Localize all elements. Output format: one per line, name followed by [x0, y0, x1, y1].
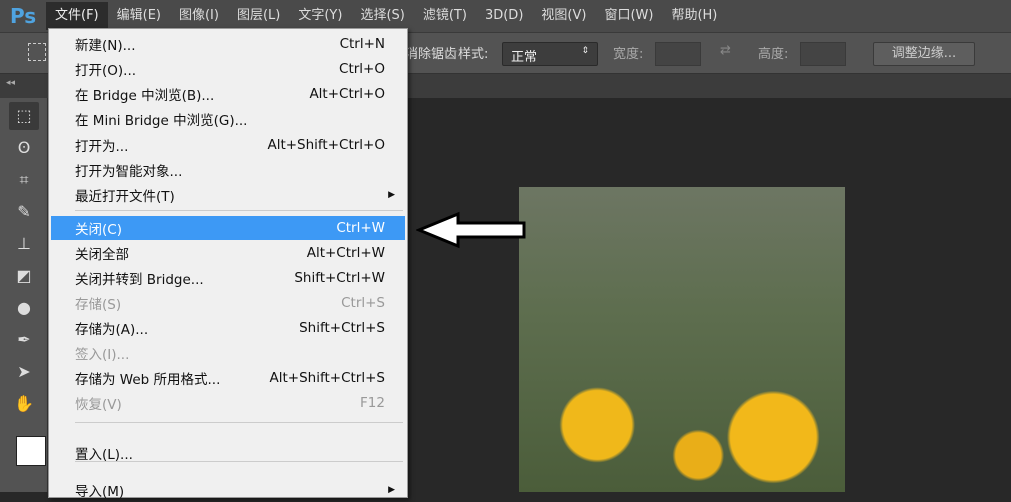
style-label: 样式:: [458, 47, 489, 62]
select-tool-icon[interactable]: ➤: [9, 358, 39, 386]
swap-icon[interactable]: ⇄: [720, 43, 731, 58]
file-menu-item[interactable]: 签入(I)...: [51, 341, 405, 365]
menu-item-shortcut: Ctrl+W: [336, 220, 385, 236]
menu-item-shortcut: Ctrl+N: [339, 36, 385, 52]
file-menu-item[interactable]: 存储为 Web 所用格式... Alt+Shift+Ctrl+S: [51, 366, 405, 390]
foreground-color-swatch[interactable]: [16, 436, 46, 466]
menu-image[interactable]: 图像(I): [170, 2, 228, 30]
arrow-annotation-icon: [416, 211, 526, 249]
stamp-tool-icon[interactable]: ⊥: [9, 230, 39, 258]
height-input[interactable]: [800, 42, 846, 66]
menu-item-shortcut: Alt+Ctrl+W: [306, 245, 385, 261]
file-menu-dropdown: 新建(N)... Ctrl+N 打开(O)... Ctrl+O 在 Bridge 中浏览…: [48, 28, 408, 500]
file-menu-item[interactable]: 关闭并转到 Bridge... Shift+Ctrl+W: [51, 266, 405, 290]
menu-item-shortcut: Ctrl+O: [339, 61, 385, 77]
antialias-label[interactable]: 消除锯齿: [405, 43, 457, 62]
width-input[interactable]: [655, 42, 701, 66]
lasso-tool-icon[interactable]: ʘ: [9, 134, 39, 162]
photoshop-logo: Ps: [10, 4, 37, 28]
menu-item-label: 存储为(A)...: [75, 322, 149, 338]
menu-item-shortcut: Alt+Shift+Ctrl+O: [267, 137, 385, 153]
menu-help[interactable]: 帮助(H): [662, 2, 726, 30]
file-menu-item[interactable]: 恢复(V) F12: [51, 391, 405, 415]
file-menu-item[interactable]: 关闭(C) Ctrl+W: [51, 216, 405, 240]
menu-3d[interactable]: 3D(D): [476, 2, 532, 30]
menu-item-label: 置入(L)...: [75, 447, 133, 463]
menu-select[interactable]: 选择(S): [351, 2, 413, 30]
rect-marquee-tool-icon[interactable]: ⬚: [9, 102, 39, 130]
file-menu-item[interactable]: 打开(O)... Ctrl+O: [51, 57, 405, 81]
menu-separator: [75, 422, 403, 423]
menu-item-label: 打开为智能对象...: [75, 164, 183, 180]
collapse-icon[interactable]: ◂◂: [0, 78, 15, 88]
menu-file[interactable]: 文件(F): [46, 2, 108, 30]
submenu-arrow-icon: ▶: [388, 190, 395, 200]
file-menu-item[interactable]: 最近打开文件(T) ▶: [51, 183, 405, 207]
menu-separator: [75, 210, 403, 211]
refine-edge-button[interactable]: 调整边缘...: [873, 42, 975, 66]
menu-view[interactable]: 视图(V): [532, 2, 595, 30]
menu-item-label: 在 Mini Bridge 中浏览(G)...: [75, 113, 248, 129]
menu-filter[interactable]: 滤镜(T): [414, 2, 476, 30]
menu-layer[interactable]: 图层(L): [228, 2, 289, 30]
style-value: 正常: [511, 50, 538, 65]
menu-item-label: 打开为...: [75, 139, 129, 155]
blur-tool-icon[interactable]: ●: [9, 294, 39, 322]
document-image: [519, 187, 845, 492]
updown-icon: ⇕: [581, 46, 589, 56]
menu-item-label: 新建(N)...: [75, 38, 136, 54]
tools-panel: ⬚ ʘ ⌗ ✎ ⊥ ◩ ● ✒ ➤ ✋: [0, 98, 48, 492]
file-menu-item[interactable]: 新建(N)... Ctrl+N: [51, 32, 405, 56]
file-menu-item[interactable]: 打开为... Alt+Shift+Ctrl+O: [51, 133, 405, 157]
file-menu-item[interactable]: 存储(S) Ctrl+S: [51, 291, 405, 315]
hand-tool-icon[interactable]: ✋: [9, 390, 39, 418]
height-label: 高度:: [758, 47, 789, 62]
file-menu-item[interactable]: 关闭全部 Alt+Ctrl+W: [51, 241, 405, 265]
file-menu-item[interactable]: 导入(M) ▶: [51, 478, 405, 502]
pen-tool-icon[interactable]: ✒: [9, 326, 39, 354]
menu-item-shortcut: Alt+Ctrl+O: [309, 86, 385, 102]
menu-item-shortcut: Alt+Shift+Ctrl+S: [269, 370, 386, 386]
menu-item-label: 关闭并转到 Bridge...: [75, 272, 204, 288]
menu-type[interactable]: 文字(Y): [289, 2, 351, 30]
eraser-tool-icon[interactable]: ◩: [9, 262, 39, 290]
menu-edit[interactable]: 编辑(E): [108, 2, 170, 30]
menu-item-shortcut: Shift+Ctrl+W: [294, 270, 385, 286]
menu-item-shortcut: Shift+Ctrl+S: [299, 320, 385, 336]
menu-item-label: 关闭(C): [75, 222, 122, 238]
menu-item-label: 导入(M): [75, 484, 125, 500]
menu-separator: [75, 461, 403, 462]
file-menu-item[interactable]: 打开为智能对象...: [51, 158, 405, 182]
menu-item-label: 存储为 Web 所用格式...: [75, 372, 221, 388]
width-label: 宽度:: [613, 47, 644, 62]
menu-item-label: 打开(O)...: [75, 63, 137, 79]
menu-item-shortcut: Ctrl+S: [341, 295, 385, 311]
healing-brush-icon[interactable]: ✎: [9, 198, 39, 226]
menu-item-label: 关闭全部: [75, 247, 129, 263]
file-menu-item[interactable]: 在 Mini Bridge 中浏览(G)...: [51, 107, 405, 131]
menu-item-shortcut: F12: [360, 395, 385, 411]
menu-window[interactable]: 窗口(W): [595, 2, 662, 30]
menu-item-label: 最近打开文件(T): [75, 189, 175, 205]
menu-item-label: 恢复(V): [75, 397, 122, 413]
file-menu-item[interactable]: 在 Bridge 中浏览(B)... Alt+Ctrl+O: [51, 82, 405, 106]
menu-item-label: 签入(I)...: [75, 347, 130, 363]
menu-item-label: 存储(S): [75, 297, 122, 313]
menu-item-label: 在 Bridge 中浏览(B)...: [75, 88, 215, 104]
file-menu-item[interactable]: 存储为(A)... Shift+Ctrl+S: [51, 316, 405, 340]
style-select[interactable]: 正常 ⇕: [502, 42, 598, 66]
crop-tool-icon[interactable]: ⌗: [9, 166, 39, 194]
submenu-arrow-icon: ▶: [388, 485, 395, 495]
marquee-icon[interactable]: [28, 43, 46, 61]
